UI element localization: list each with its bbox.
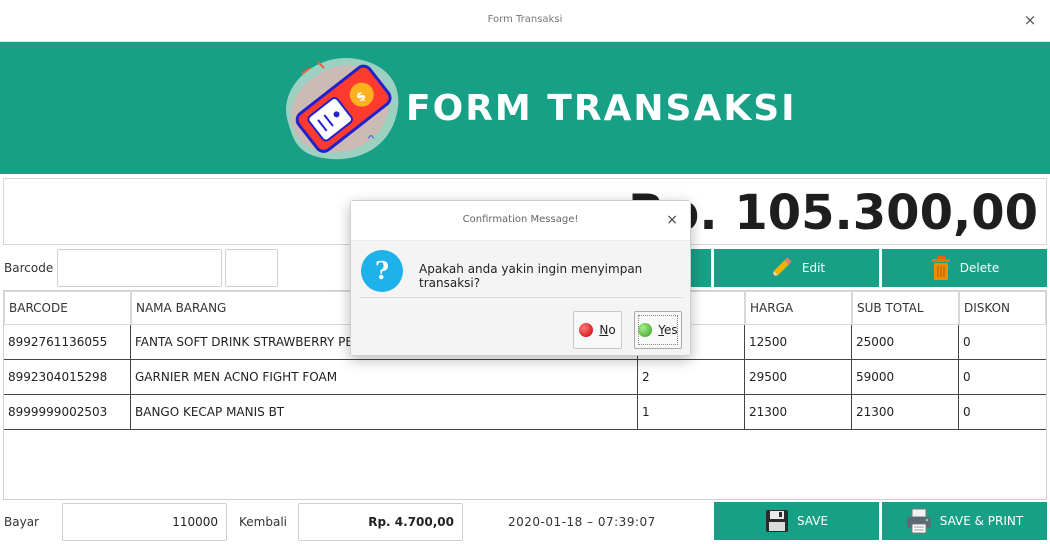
pencil-icon: [772, 257, 792, 277]
save-and-print-button-label: SAVE & PRINT: [939, 514, 1024, 528]
column-header-harga[interactable]: HARGA: [745, 291, 852, 325]
bayar-label: Bayar: [4, 515, 39, 529]
dialog-close-button[interactable]: ×: [666, 212, 678, 228]
svg-text:^: ^: [366, 133, 376, 147]
no-label-rest: o: [608, 323, 616, 337]
cell-harga: 29500: [745, 360, 852, 395]
delete-button-label: Delete: [959, 261, 1000, 275]
no-button-label: No: [599, 323, 615, 337]
cell-barcode: 8992761136055: [4, 325, 131, 360]
column-header-diskon[interactable]: DISKON: [959, 291, 1046, 325]
header-banner: $ ^ FORM TRANSAKSI: [0, 42, 1050, 174]
banner-heading: FORM TRANSAKSI: [406, 88, 797, 129]
barcode-label: Barcode: [4, 261, 54, 275]
cell-sub-total: 21300: [852, 395, 959, 430]
red-dot-icon: [579, 323, 594, 337]
no-mnemonic: N: [599, 323, 609, 337]
save-button-label: SAVE: [796, 514, 829, 528]
cell-qty: 2: [638, 360, 745, 395]
trash-icon: [931, 256, 950, 280]
quantity-input[interactable]: [225, 249, 278, 287]
kembali-field: Rp. 4.700,00: [298, 503, 463, 541]
transaction-datetime: 2020-01-18 – 07:39:07: [508, 515, 656, 529]
cell-sub-total: 25000: [852, 325, 959, 360]
yes-button[interactable]: Yes: [634, 311, 682, 349]
cell-diskon: 0: [963, 370, 971, 384]
question-icon: ?: [361, 250, 403, 292]
window-close-button[interactable]: ×: [1022, 12, 1038, 28]
cell-nama-barang: GARNIER MEN ACNO FIGHT FOAM: [131, 360, 638, 395]
save-and-print-button[interactable]: SAVE & PRINT: [882, 502, 1047, 540]
cell-diskon: 0: [963, 405, 971, 419]
table-row[interactable]: 8999999002503 BANGO KECAP MANIS BT 1 213…: [4, 395, 1046, 430]
dialog-message: Apakah anda yakin ingin menyimpan transa…: [419, 262, 643, 290]
cell-nama-barang: BANGO KECAP MANIS BT: [131, 395, 638, 430]
barcode-input[interactable]: [57, 249, 222, 287]
dialog-separator: [359, 297, 683, 298]
title-bar: Form Transaksi ×: [0, 0, 1050, 42]
edit-button[interactable]: Edit: [714, 249, 879, 287]
dialog-title-bar: Confirmation Message! ×: [351, 201, 690, 241]
cell-qty: 1: [638, 395, 745, 430]
printer-icon: [906, 508, 931, 534]
dialog-body: ? Apakah anda yakin ingin menyimpan tran…: [351, 241, 690, 355]
kembali-label: Kembali: [239, 515, 287, 529]
column-header-barcode[interactable]: BARCODE: [4, 291, 131, 325]
dialog-title: Confirmation Message!: [462, 214, 579, 225]
cell-diskon: 0: [963, 335, 971, 349]
save-button[interactable]: SAVE: [714, 502, 879, 540]
no-button[interactable]: No: [573, 311, 622, 349]
edit-button-label: Edit: [801, 261, 826, 275]
cell-harga: 21300: [745, 395, 852, 430]
bayar-input[interactable]: 110000: [62, 503, 227, 541]
cell-sub-total: 59000: [852, 360, 959, 395]
confirmation-dialog: Confirmation Message! × ? Apakah anda ya…: [350, 200, 691, 356]
game-controller-logo: $ ^: [286, 57, 399, 160]
cell-barcode: 8992304015298: [4, 360, 131, 395]
transaction-window: Form Transaksi × $ ^ FORM TRANSAKSI Rp. …: [0, 0, 1050, 544]
column-header-sub-total[interactable]: SUB TOTAL: [852, 291, 959, 325]
delete-button[interactable]: Delete: [882, 249, 1047, 287]
cell-harga: 12500: [745, 325, 852, 360]
table-row[interactable]: 8992304015298 GARNIER MEN ACNO FIGHT FOA…: [4, 360, 1046, 395]
window-title: Form Transaksi: [487, 14, 563, 25]
focus-ring: [638, 315, 678, 345]
cell-barcode: 8999999002503: [4, 395, 131, 430]
floppy-disk-icon: [765, 510, 788, 532]
